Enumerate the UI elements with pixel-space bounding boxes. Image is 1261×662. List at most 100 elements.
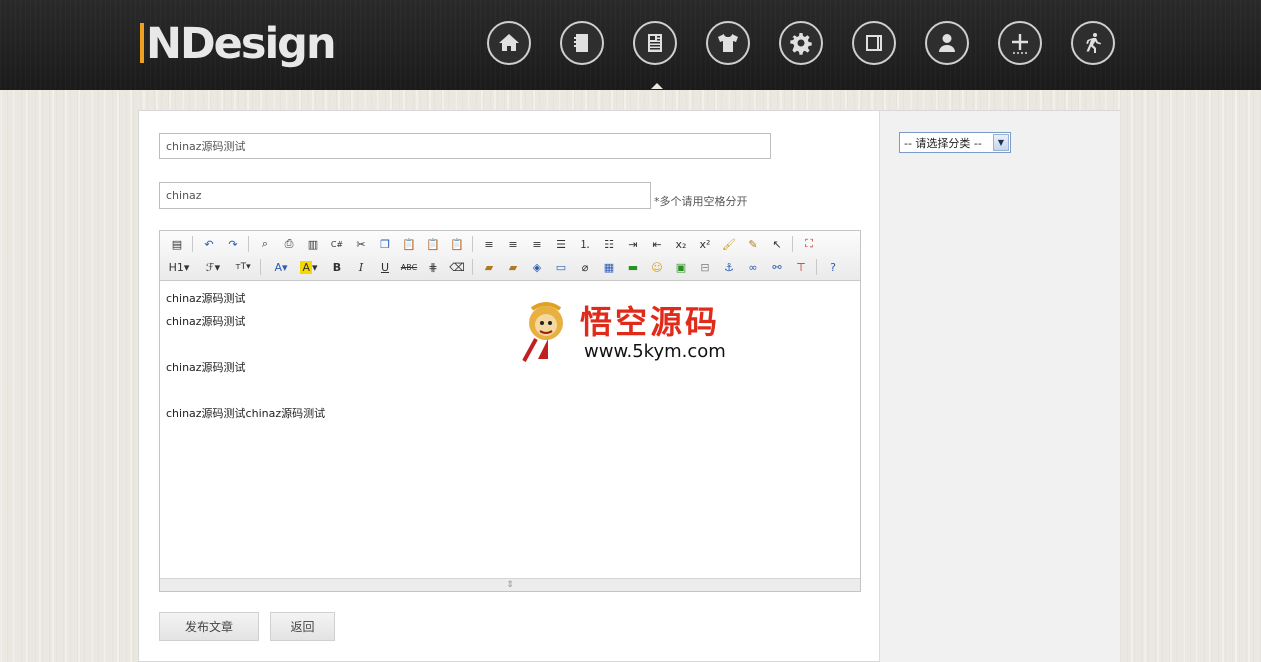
fullscreen-icon[interactable]: ⛶ — [800, 235, 818, 253]
nav-article-button[interactable] — [633, 21, 677, 89]
logo[interactable]: NDesign — [140, 16, 337, 72]
superscript-icon[interactable]: x² — [696, 235, 714, 253]
align-left-icon[interactable]: ≡ — [480, 235, 498, 253]
nav-home-button[interactable] — [487, 21, 531, 65]
watermark-title: 悟空源码 — [580, 303, 721, 341]
content-line: chinaz源码测试chinaz源码测试 — [166, 407, 326, 420]
link-icon[interactable]: ∞ — [744, 258, 762, 276]
forecolor-label: A — [274, 260, 282, 274]
run-icon — [1086, 33, 1101, 53]
select-all-icon[interactable]: ↖ — [768, 235, 786, 253]
forecolor-dropdown[interactable]: A ▾ — [268, 258, 294, 276]
content-line — [166, 333, 325, 356]
nav-add-button[interactable] — [998, 21, 1042, 65]
subscript-icon[interactable]: x₂ — [672, 235, 690, 253]
content-line: chinaz源码测试 — [166, 292, 246, 305]
anchor-icon[interactable]: ⚓ — [720, 258, 738, 276]
paste-word-icon[interactable]: 📋 — [448, 235, 466, 253]
editor-resize-handle[interactable]: ⇕ — [160, 578, 860, 591]
grid-icon[interactable]: ⋕ — [424, 258, 442, 276]
back-button[interactable]: 返回 — [270, 612, 335, 641]
table-icon[interactable]: ▦ — [600, 258, 618, 276]
media-icon[interactable]: ▭ — [552, 258, 570, 276]
indent-icon[interactable]: ⇥ — [624, 235, 642, 253]
tags-hint: *多个请用空格分开 — [654, 195, 748, 208]
underline-button[interactable]: U — [376, 258, 394, 276]
watermark-logo: 悟空源码 www.5kym.com — [518, 295, 748, 367]
image-insert-icon[interactable]: ▰ — [480, 258, 498, 276]
nav-user-button[interactable] — [925, 21, 969, 65]
clear-format-icon[interactable]: 🖌 — [720, 235, 738, 253]
toolbar-divider — [816, 259, 817, 275]
font-size-dropdown[interactable]: тT ▾ — [230, 258, 256, 276]
toolbar-divider — [472, 236, 473, 252]
content-line: chinaz源码测试 — [166, 361, 246, 374]
flash-icon[interactable]: ◈ — [528, 258, 546, 276]
toolbar-divider — [792, 236, 793, 252]
heading-label: H1 — [168, 260, 184, 274]
outdent-icon[interactable]: ⇤ — [648, 235, 666, 253]
bgcolor-dropdown[interactable]: A ▾ — [296, 258, 322, 276]
picture-icon[interactable]: ▣ — [672, 258, 690, 276]
page-break-icon[interactable]: ⊟ — [696, 258, 714, 276]
category-select-value: -- 请选择分类 -- — [904, 136, 982, 150]
eraser-icon[interactable]: ⌫ — [448, 258, 466, 276]
bgcolor-label: A — [300, 260, 312, 274]
nav-notebook-button[interactable] — [560, 21, 604, 65]
undo-icon[interactable]: ↶ — [200, 235, 218, 253]
publish-button[interactable]: 发布文章 — [159, 612, 259, 641]
editor-toolbar: ▤ ↶ ↷ ⌕ ⎙ ▥ C# ✂ ❐ 📋 📋 📋 ≡ ≡ ≡ ☰ ⒈ ☷ ⇥ ⇤… — [160, 231, 860, 281]
home-icon — [499, 34, 519, 51]
spellcheck-icon[interactable]: ✎ — [744, 235, 762, 253]
toolbar-divider — [260, 259, 261, 275]
tags-input[interactable] — [159, 182, 651, 209]
attachment-icon[interactable]: ⌀ — [576, 258, 594, 276]
font-size-label: тT — [235, 262, 247, 272]
rich-text-editor: ▤ ↶ ↷ ⌕ ⎙ ▥ C# ✂ ❐ 📋 📋 📋 ≡ ≡ ≡ ☰ ⒈ ☷ ⇥ ⇤… — [159, 230, 861, 592]
chevron-down-icon[interactable]: ▼ — [993, 134, 1009, 151]
nav-layout-button[interactable] — [852, 21, 896, 65]
emoticon-icon[interactable]: ☺ — [648, 258, 666, 276]
unlink-icon[interactable]: ⚯ — [768, 258, 786, 276]
nav-settings-button[interactable] — [779, 21, 823, 65]
print-icon[interactable]: ⎙ — [280, 235, 298, 253]
help-icon[interactable]: ? — [824, 258, 842, 276]
category-select[interactable]: -- 请选择分类 -- ▼ — [899, 132, 1011, 153]
bold-button[interactable]: B — [328, 258, 346, 276]
align-center-icon[interactable]: ≡ — [504, 235, 522, 253]
top-navigation-bar: NDesign — [0, 0, 1261, 90]
content-line: chinaz源码测试 — [166, 315, 246, 328]
cut-icon[interactable]: ✂ — [352, 235, 370, 253]
nav-logout-button[interactable] — [1071, 21, 1115, 65]
paste-icon[interactable]: 📋 — [400, 235, 418, 253]
logo-text: NDesign — [146, 19, 337, 69]
unordered-list-icon[interactable]: ☷ — [600, 235, 618, 253]
heading-dropdown[interactable]: H1 ▾ — [166, 258, 192, 276]
toolbar-divider — [472, 259, 473, 275]
paste-text-icon[interactable]: 📋 — [424, 235, 442, 253]
hr-icon[interactable]: ▬ — [624, 258, 642, 276]
preview-icon[interactable]: ⌕ — [256, 235, 274, 253]
sidebar — [879, 111, 1120, 662]
code-icon[interactable]: C# — [328, 235, 346, 253]
delete-icon[interactable]: ⊤ — [792, 258, 810, 276]
italic-button[interactable]: I — [352, 258, 370, 276]
redo-icon[interactable]: ↷ — [224, 235, 242, 253]
source-icon[interactable]: ▤ — [168, 235, 186, 253]
content-line — [166, 379, 325, 402]
title-input[interactable] — [159, 133, 771, 159]
align-justify-icon[interactable]: ☰ — [552, 235, 570, 253]
gear-icon — [790, 33, 812, 55]
align-right-icon[interactable]: ≡ — [528, 235, 546, 253]
monkey-king-icon — [522, 302, 563, 362]
article-icon — [648, 34, 662, 52]
ordered-list-icon[interactable]: ⒈ — [576, 235, 594, 253]
copy-icon[interactable]: ❐ — [376, 235, 394, 253]
editor-content[interactable]: chinaz源码测试 chinaz源码测试 chinaz源码测试 chinaz源… — [166, 287, 325, 425]
nav-shirt-button[interactable] — [706, 21, 750, 65]
template-icon[interactable]: ▥ — [304, 235, 322, 253]
font-dropdown[interactable]: ℱ ▾ — [200, 258, 226, 276]
strike-button[interactable]: ABC — [400, 258, 418, 276]
toolbar-divider — [192, 236, 193, 252]
multi-image-icon[interactable]: ▰ — [504, 258, 522, 276]
